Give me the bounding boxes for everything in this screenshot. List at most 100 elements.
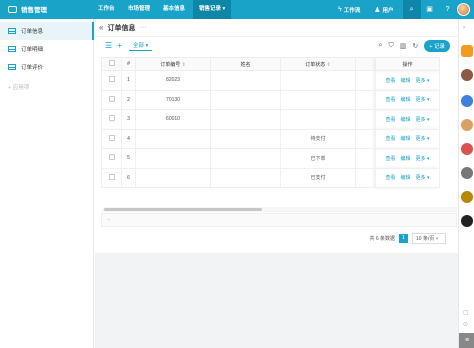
- cell-name: [210, 109, 281, 130]
- more-dropdown[interactable]: 更多 ▾: [416, 135, 430, 142]
- settings-icon[interactable]: ⊙: [463, 321, 468, 328]
- more-dropdown[interactable]: 更多 ▾: [416, 116, 430, 123]
- row-checkbox[interactable]: [108, 76, 115, 83]
- nav-sales-record[interactable]: 销售记录 ▾: [193, 0, 232, 19]
- row-select-cell[interactable]: [101, 70, 122, 91]
- view-link[interactable]: 查看: [386, 174, 396, 181]
- collapse-icon[interactable]: «: [99, 23, 103, 32]
- edit-link[interactable]: 编辑: [401, 116, 411, 123]
- edit-link[interactable]: 编辑: [401, 77, 411, 84]
- top-right-tools: ϟ 工作流 ♟ 用户 ⌕ ▣ ?: [338, 0, 470, 19]
- row-checkbox[interactable]: [108, 134, 115, 141]
- cell-num: 6: [121, 167, 136, 188]
- sort-icon[interactable]: ⇕: [327, 62, 331, 68]
- pagination: 共 6 条数据 1 10 条/页 ▾: [369, 233, 446, 244]
- nav-workbench[interactable]: 工作台: [98, 0, 115, 19]
- more-label: 更多: [415, 155, 426, 162]
- app-logo[interactable]: 销售管理: [8, 4, 47, 14]
- avatar[interactable]: [461, 69, 473, 81]
- horizontal-scrollbar[interactable]: [102, 207, 457, 212]
- table-row[interactable]: 1 82023 查看 编辑 更多 ▾: [101, 70, 440, 91]
- workflow-link[interactable]: 工作流: [344, 6, 361, 14]
- nav-basic-info[interactable]: 基本信息: [163, 0, 185, 19]
- edit-link[interactable]: 编辑: [401, 135, 411, 142]
- more-dropdown[interactable]: 更多 ▾: [416, 174, 430, 181]
- app-icon[interactable]: [461, 45, 473, 57]
- cell-num: 3: [121, 109, 136, 130]
- menu-icon[interactable]: ≡: [459, 333, 474, 348]
- select-all-cell[interactable]: [101, 57, 122, 71]
- page-size-value: 10 条/页: [416, 236, 435, 242]
- sort-icon[interactable]: ⇕: [182, 62, 186, 68]
- more-dropdown[interactable]: 更多 ▾: [416, 96, 430, 103]
- cell-ops: 查看 编辑 更多 ▾: [375, 167, 440, 188]
- page-button-current[interactable]: 1: [399, 234, 408, 243]
- row-select-cell[interactable]: [101, 148, 122, 169]
- document-icon[interactable]: ▢: [463, 309, 469, 316]
- plus-icon[interactable]: +: [117, 41, 122, 50]
- view-link[interactable]: 查看: [386, 116, 396, 123]
- nav-market[interactable]: 市场管理: [128, 0, 150, 19]
- filter-icon[interactable]: ⛉: [389, 42, 394, 50]
- avatar[interactable]: [461, 95, 473, 107]
- view-link[interactable]: 查看: [386, 96, 396, 103]
- add-app-item-button[interactable]: + 应用项: [0, 78, 94, 96]
- chevron-down-icon: ▾: [425, 155, 430, 162]
- app-icon: [8, 5, 17, 13]
- sidebar-item-order-info[interactable]: 订单信息: [0, 22, 94, 40]
- table-row[interactable]: 5 已下单 查看 编辑 更多 ▾: [101, 148, 440, 169]
- row-checkbox[interactable]: [108, 95, 115, 102]
- cell-spacer: [355, 89, 376, 110]
- top-bar: 销售管理 工作台 市场管理 基本信息 销售记录 ▾ ϟ 工作流 ♟ 用户 ⌕ ▣…: [0, 0, 474, 19]
- more-label: 更多: [415, 136, 426, 143]
- user-link[interactable]: 用户: [383, 6, 394, 14]
- row-select-cell[interactable]: [101, 167, 122, 188]
- row-checkbox[interactable]: [108, 173, 115, 180]
- add-record-button[interactable]: + 记录: [424, 40, 450, 52]
- header-status[interactable]: 订单状态 ⇕: [280, 57, 356, 71]
- notification-icon[interactable]: ▣: [421, 0, 439, 19]
- scrollbar-thumb[interactable]: [104, 208, 262, 211]
- more-dropdown[interactable]: 更多 ▾: [416, 155, 430, 162]
- search-icon[interactable]: ⌕: [379, 42, 383, 50]
- edit-link[interactable]: 编辑: [401, 96, 411, 103]
- menu-icon[interactable]: ☰: [105, 41, 112, 50]
- view-link[interactable]: 查看: [386, 155, 396, 162]
- page-size-select[interactable]: 10 条/页 ▾: [412, 233, 446, 244]
- table-row[interactable]: 2 70130 查看 编辑 更多 ▾: [101, 89, 440, 110]
- search-icon[interactable]: ⌕: [402, 0, 421, 19]
- filter-dropdown[interactable]: 全部 ▾: [129, 41, 153, 51]
- header-name[interactable]: 姓名: [210, 57, 281, 71]
- sidebar: 订单信息 订单明细 订单评价 + 应用项: [0, 19, 94, 348]
- table-row[interactable]: 3 60010 查看 编辑 更多 ▾: [101, 109, 440, 130]
- refresh-icon[interactable]: ↻: [412, 42, 418, 50]
- table-row[interactable]: 6 已支付 查看 编辑 更多 ▾: [101, 167, 440, 188]
- avatar[interactable]: [461, 119, 473, 131]
- avatar[interactable]: [461, 191, 473, 203]
- edit-link[interactable]: 编辑: [401, 174, 411, 181]
- collapse-rail-icon[interactable]: ›: [463, 25, 465, 31]
- row-select-cell[interactable]: [101, 89, 122, 110]
- view-link[interactable]: 查看: [386, 77, 396, 84]
- row-checkbox[interactable]: [108, 154, 115, 161]
- table-row[interactable]: 4 待支付 查看 编辑 更多 ▾: [101, 128, 440, 149]
- chevron-down-icon: ▾: [435, 236, 439, 242]
- more-dropdown[interactable]: 更多 ▾: [416, 77, 430, 84]
- avatar[interactable]: [461, 143, 473, 155]
- row-select-cell[interactable]: [101, 109, 122, 130]
- avatar[interactable]: [456, 3, 470, 16]
- help-icon[interactable]: ?: [439, 0, 457, 19]
- avatar[interactable]: [461, 215, 473, 227]
- select-all-checkbox[interactable]: [108, 60, 115, 66]
- edit-link[interactable]: 编辑: [401, 155, 411, 162]
- more-icon[interactable]: ···: [139, 24, 146, 31]
- chart-icon[interactable]: ▥: [400, 42, 407, 50]
- sidebar-item-order-review[interactable]: 订单评价: [0, 58, 94, 76]
- header-order-no[interactable]: 订单编号 ⇕: [135, 57, 211, 71]
- row-select-cell[interactable]: [101, 128, 122, 149]
- cell-name: [210, 89, 281, 110]
- row-checkbox[interactable]: [108, 115, 115, 122]
- sidebar-item-order-detail[interactable]: 订单明细: [0, 40, 94, 58]
- view-link[interactable]: 查看: [386, 135, 396, 142]
- avatar[interactable]: [461, 167, 473, 179]
